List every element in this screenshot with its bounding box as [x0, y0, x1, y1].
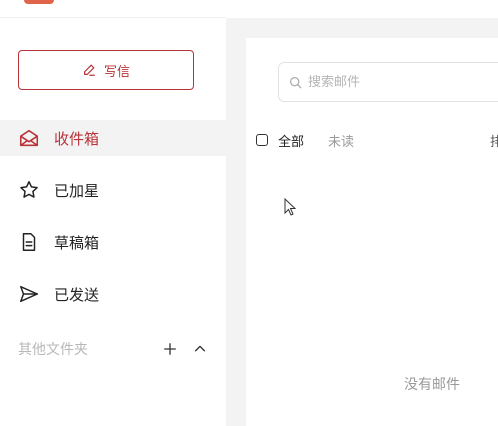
sidebar-item-starred[interactable]: 已加星 — [0, 172, 226, 208]
mail-list-panel: 全部 未读 排 没有邮件 — [246, 38, 498, 426]
search-icon — [290, 76, 302, 88]
add-folder-button[interactable] — [162, 341, 178, 357]
star-icon — [18, 179, 40, 201]
other-folders-label: 其他文件夹 — [18, 342, 88, 358]
sidebar-item-sent[interactable]: 已发送 — [0, 276, 226, 312]
chevron-up-icon — [194, 345, 206, 352]
compose-button[interactable]: 写信 — [18, 50, 194, 90]
mouse-cursor-icon — [284, 198, 296, 216]
document-icon — [18, 231, 40, 253]
select-all-checkbox[interactable] — [256, 134, 268, 146]
search-box[interactable] — [278, 62, 498, 102]
sort-button[interactable]: 排 — [490, 131, 498, 150]
sidebar-item-label: 已发送 — [54, 285, 100, 304]
pencil-icon — [83, 64, 95, 76]
compose-label: 写信 — [103, 63, 130, 79]
sidebar-item-inbox[interactable]: 收件箱 — [0, 120, 226, 156]
envelope-open-icon — [18, 127, 40, 149]
sidebar: 写信 收件箱 已加星 草稿箱 已发送 其他文件夹 — [0, 18, 226, 426]
plus-icon — [164, 343, 176, 355]
sidebar-item-drafts[interactable]: 草稿箱 — [0, 224, 226, 260]
empty-state-text: 没有邮件 — [404, 377, 460, 393]
filter-bar: 全部 未读 排 — [256, 130, 498, 150]
sidebar-item-label: 草稿箱 — [54, 233, 100, 252]
other-folders-actions — [162, 341, 208, 357]
sidebar-item-label: 已加星 — [54, 181, 100, 200]
sidebar-item-label: 收件箱 — [54, 129, 100, 148]
app-logo — [24, 0, 54, 4]
filter-unread[interactable]: 未读 — [328, 131, 354, 150]
send-icon — [18, 283, 40, 305]
search-input[interactable] — [308, 74, 488, 90]
other-folders-header: 其他文件夹 — [18, 338, 208, 360]
collapse-folders-button[interactable] — [192, 341, 208, 357]
filter-all[interactable]: 全部 — [278, 131, 304, 150]
